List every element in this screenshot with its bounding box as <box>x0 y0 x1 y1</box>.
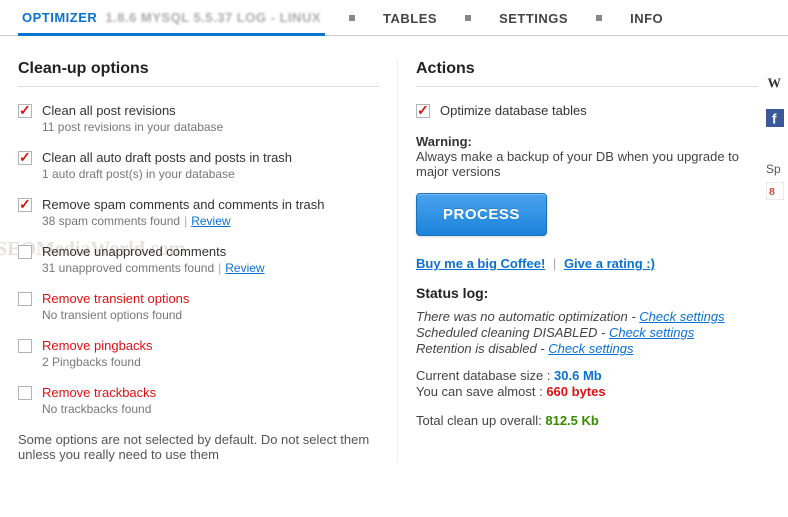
svg-text:8: 8 <box>769 186 775 198</box>
cleanup-sub: 2 Pingbacks found <box>42 355 379 369</box>
status-text: There was no automatic optimization - <box>416 309 639 324</box>
tab-tables[interactable]: TABLES <box>379 1 441 34</box>
actions-panel: Actions Optimize database tables Warning… <box>398 60 788 462</box>
tab-separator-icon <box>349 15 355 21</box>
db-size-label: Current database size : <box>416 368 554 383</box>
process-button[interactable]: PROCESS <box>416 193 547 236</box>
review-link[interactable]: Review <box>191 214 230 228</box>
tab-optimizer-label: OPTIMIZER <box>22 10 97 25</box>
cleanup-checkbox[interactable] <box>18 198 32 212</box>
link-separator: | <box>553 256 556 271</box>
cleanup-checkbox[interactable] <box>18 386 32 400</box>
cleanup-label[interactable]: Remove transient options <box>42 291 189 306</box>
action-links: Buy me a big Coffee! | Give a rating :) <box>416 256 758 271</box>
cleanup-checkbox[interactable] <box>18 151 32 165</box>
cleanup-checkbox[interactable] <box>18 339 32 353</box>
facebook-icon[interactable]: f <box>766 109 784 127</box>
right-sidebar: W f Sp 8 <box>766 60 788 203</box>
optimize-tables-option: Optimize database tables <box>416 103 758 118</box>
cleanup-sub: 31 unapproved comments found|Review <box>42 261 379 275</box>
cleanup-panel: Clean-up options Clean all post revision… <box>0 60 398 462</box>
tab-separator-icon <box>596 15 602 21</box>
cleanup-label[interactable]: Clean all post revisions <box>42 103 176 118</box>
cleanup-label[interactable]: Remove trackbacks <box>42 385 156 400</box>
check-settings-link[interactable]: Check settings <box>548 341 633 356</box>
coffee-link[interactable]: Buy me a big Coffee! <box>416 256 545 271</box>
warning-block: Warning: Always make a backup of your DB… <box>416 134 758 179</box>
cleanup-option: Clean all auto draft posts and posts in … <box>18 150 379 181</box>
cleanup-option: Remove trackbacks No trackbacks found <box>18 385 379 416</box>
cleanup-sub: No transient options found <box>42 308 379 322</box>
cleanup-option: Remove pingbacks 2 Pingbacks found <box>18 338 379 369</box>
optimize-tables-checkbox[interactable] <box>416 104 430 118</box>
total-value: 812.5 Kb <box>545 413 598 428</box>
cleanup-sub: No trackbacks found <box>42 402 379 416</box>
tab-separator-icon <box>465 15 471 21</box>
tab-settings[interactable]: SETTINGS <box>495 1 572 34</box>
cleanup-checkbox[interactable] <box>18 245 32 259</box>
cleanup-checkbox[interactable] <box>18 292 32 306</box>
sidebar-label: Sp <box>766 162 788 176</box>
tab-info[interactable]: INFO <box>626 1 667 34</box>
cleanup-option: Remove transient options No transient opt… <box>18 291 379 322</box>
save-value: 660 bytes <box>546 384 605 399</box>
cleanup-sub: 11 post revisions in your database <box>42 120 379 134</box>
cleanup-title: Clean-up options <box>18 60 379 87</box>
gplus-icon[interactable]: 8 <box>766 182 784 200</box>
svg-text:f: f <box>772 111 777 126</box>
cleanup-label[interactable]: Remove spam comments and comments in tra… <box>42 197 325 212</box>
cleanup-label[interactable]: Remove pingbacks <box>42 338 153 353</box>
review-link[interactable]: Review <box>225 261 264 275</box>
check-settings-link[interactable]: Check settings <box>639 309 724 324</box>
status-log: There was no automatic optimization - Ch… <box>416 309 758 428</box>
warning-text: Always make a backup of your DB when you… <box>416 149 739 179</box>
save-label: You can save almost : <box>416 384 546 399</box>
tab-bar: OPTIMIZER 1.8.6 MYSQL 5.5.37 LOG - LINUX… <box>0 0 788 36</box>
optimize-tables-label[interactable]: Optimize database tables <box>440 103 587 118</box>
check-settings-link[interactable]: Check settings <box>609 325 694 340</box>
actions-title: Actions <box>416 60 758 87</box>
warning-label: Warning: <box>416 134 758 149</box>
cleanup-sub: 38 spam comments found|Review <box>42 214 379 228</box>
tab-optimizer-extra: 1.8.6 MYSQL 5.5.37 LOG - LINUX <box>105 10 321 25</box>
cleanup-note: Some options are not selected by default… <box>18 432 379 462</box>
cleanup-option: Remove unapproved comments 31 unapproved … <box>18 244 379 275</box>
cleanup-option: Remove spam comments and comments in tra… <box>18 197 379 228</box>
total-label: Total clean up overall: <box>416 413 545 428</box>
svg-text:W: W <box>768 76 782 91</box>
status-text: Scheduled cleaning DISABLED - <box>416 325 609 340</box>
rating-link[interactable]: Give a rating :) <box>564 256 655 271</box>
cleanup-option: Clean all post revisions 11 post revision… <box>18 103 379 134</box>
status-text: Retention is disabled - <box>416 341 548 356</box>
wikipedia-icon[interactable]: W <box>766 74 784 92</box>
status-line: There was no automatic optimization - Ch… <box>416 309 758 324</box>
cleanup-label[interactable]: Remove unapproved comments <box>42 244 226 259</box>
status-line: Scheduled cleaning DISABLED - Check sett… <box>416 325 758 340</box>
status-title: Status log: <box>416 285 758 301</box>
cleanup-sub: 1 auto draft post(s) in your database <box>42 167 379 181</box>
db-size-value: 30.6 Mb <box>554 368 602 383</box>
tab-optimizer[interactable]: OPTIMIZER 1.8.6 MYSQL 5.5.37 LOG - LINUX <box>18 0 325 36</box>
status-line: Retention is disabled - Check settings <box>416 341 758 356</box>
cleanup-checkbox[interactable] <box>18 104 32 118</box>
cleanup-label[interactable]: Clean all auto draft posts and posts in … <box>42 150 292 165</box>
